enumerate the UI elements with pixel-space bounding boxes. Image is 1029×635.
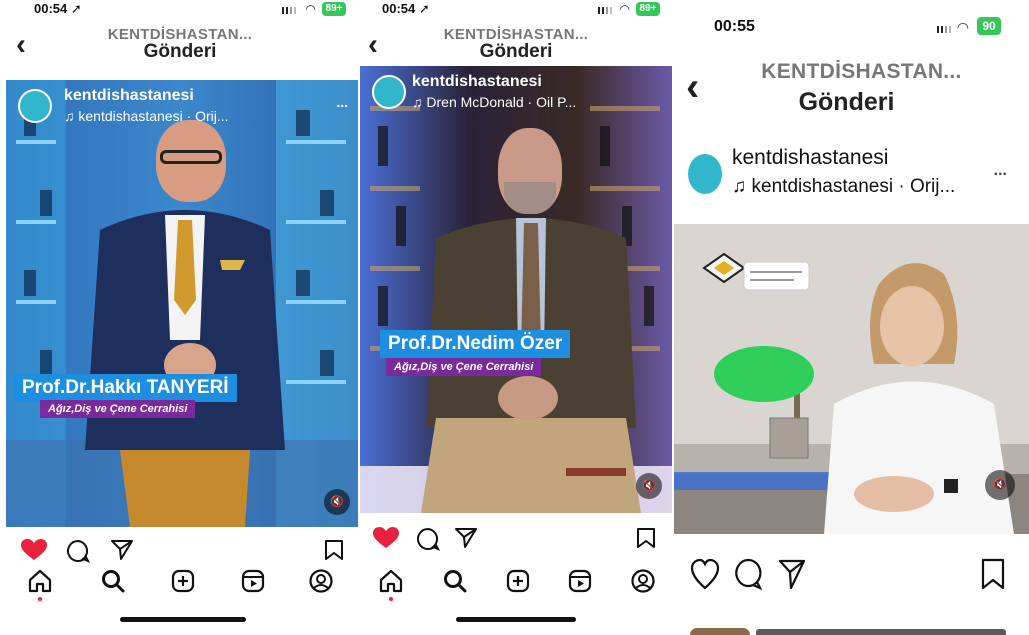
tab-search-icon[interactable] xyxy=(100,568,126,594)
post-video[interactable]: kentdishastanesi ♫ Dren McDonald · Oil P… xyxy=(360,66,672,513)
mute-icon[interactable]: 🔇 xyxy=(636,473,662,499)
wifi-icon: ◠ xyxy=(619,2,630,16)
mute-icon[interactable]: 🔇 xyxy=(985,470,1015,500)
page-title: Gönderi xyxy=(479,41,553,62)
share-icon[interactable] xyxy=(778,558,806,590)
overlay-username[interactable]: kentdishastanesi xyxy=(412,73,542,91)
status-bar: 00:54 ➚ ◠ 89+ xyxy=(0,0,360,22)
status-time: 00:54 ➚ xyxy=(382,1,430,16)
presenter-name-tag: Prof.Dr.Nedim Özer xyxy=(380,330,571,358)
home-active-dot xyxy=(38,597,42,601)
tab-profile-icon[interactable] xyxy=(308,568,334,594)
post-audio-track[interactable]: ♫ kentdishastanesi · Orij... xyxy=(732,176,955,198)
account-avatar[interactable] xyxy=(18,89,52,123)
post-actions xyxy=(360,524,672,552)
overlay-username[interactable]: kentdishastanesi xyxy=(64,87,194,105)
bookmark-icon[interactable] xyxy=(981,558,1005,590)
bookmark-icon[interactable] xyxy=(324,539,344,561)
share-icon[interactable] xyxy=(110,539,134,561)
comment-icon[interactable] xyxy=(416,527,440,551)
post-actions xyxy=(0,536,360,564)
comment-icon[interactable] xyxy=(734,558,762,590)
post-video[interactable]: 🔇 xyxy=(674,224,1029,534)
nav-account-name: KENTDİSHASTAN... xyxy=(761,60,962,83)
home-indicator[interactable] xyxy=(120,617,246,622)
page-title: Gönderi xyxy=(143,41,217,62)
battery-icon: 89+ xyxy=(322,2,346,16)
mute-icon[interactable]: 🔇 xyxy=(324,489,350,515)
overlay-audio-track[interactable]: ♫ Dren McDonald · Oil P... xyxy=(412,94,576,110)
overlay-audio-track[interactable]: ♫ kentdishastanesi · Orij... xyxy=(64,108,229,124)
wifi-icon: ◠ xyxy=(305,2,316,16)
more-options-icon[interactable]: ... xyxy=(994,162,1007,180)
glasses xyxy=(160,150,222,164)
post-username[interactable]: kentdishastanesi xyxy=(732,146,888,170)
page-title: Gönderi xyxy=(798,88,895,116)
signal-icon xyxy=(937,26,951,33)
home-active-dot xyxy=(389,597,393,601)
status-bar: 00:54 ➚ ◠ 89+ xyxy=(360,0,672,22)
more-options-icon[interactable]: ... xyxy=(336,94,348,110)
tab-create-icon[interactable] xyxy=(505,568,531,594)
account-avatar[interactable] xyxy=(372,75,406,109)
cropped-likes-line xyxy=(690,624,1010,635)
wifi-icon: ◠ xyxy=(956,19,969,35)
comment-icon[interactable] xyxy=(66,539,90,563)
post-header: kentdishastanesi ♫ kentdishastanesi · Or… xyxy=(674,140,1029,222)
tab-home-icon[interactable] xyxy=(27,568,53,594)
battery-icon: 90 xyxy=(977,17,1001,35)
bookmark-icon[interactable] xyxy=(636,527,656,549)
signal-icon xyxy=(282,7,296,14)
presenter-subtitle: Ağız,Diş ve Çene Cerrahisi xyxy=(40,400,196,418)
bottom-tab-bar xyxy=(0,568,360,601)
status-bar: 00:55 ◠ 90 xyxy=(674,14,1029,42)
like-heart-icon[interactable] xyxy=(20,538,48,562)
tab-reels-icon[interactable] xyxy=(240,568,266,594)
signal-icon xyxy=(598,7,612,14)
tab-search-icon[interactable] xyxy=(442,568,468,594)
presenter-subtitle: Ağız,Diş ve Çene Cerrahisi xyxy=(386,358,542,376)
like-heart-icon[interactable] xyxy=(372,526,400,550)
home-indicator[interactable] xyxy=(456,617,576,622)
presenter-figure xyxy=(416,128,646,513)
tab-profile-icon[interactable] xyxy=(630,568,656,594)
bottom-tab-bar xyxy=(360,568,672,601)
presenter-figure xyxy=(70,120,300,527)
account-avatar[interactable] xyxy=(688,154,722,194)
nav-header: ‹ KENTDİSHASTAN... Gönderi xyxy=(674,56,1029,126)
like-heart-icon[interactable] xyxy=(690,558,720,590)
presenter-name-tag: Prof.Dr.Hakkı TANYERİ xyxy=(14,374,237,402)
screenshot-panel-2: 00:54 ➚ ◠ 89+ ‹ KENTDİSHASTAN... Gönderi xyxy=(360,0,672,635)
nav-header: ‹ KENTDİSHASTAN... Gönderi xyxy=(0,22,360,74)
post-actions xyxy=(674,558,1029,592)
screenshot-panel-3: 00:55 ◠ 90 ‹ KENTDİSHASTAN... Gönderi ke… xyxy=(674,0,1029,635)
screenshot-panel-1: 00:54 ➚ ◠ 89+ ‹ KENTDİSHASTAN... Gönderi xyxy=(0,0,360,635)
tab-home-icon[interactable] xyxy=(378,568,404,594)
tab-reels-icon[interactable] xyxy=(567,568,593,594)
status-time: 00:55 xyxy=(714,18,755,35)
post-video[interactable]: kentdishastanesi ♫ kentdishastanesi · Or… xyxy=(6,80,358,527)
battery-icon: 89+ xyxy=(636,2,660,16)
share-icon[interactable] xyxy=(454,527,478,549)
status-time: 00:54 ➚ xyxy=(34,1,82,16)
tab-create-icon[interactable] xyxy=(170,568,196,594)
